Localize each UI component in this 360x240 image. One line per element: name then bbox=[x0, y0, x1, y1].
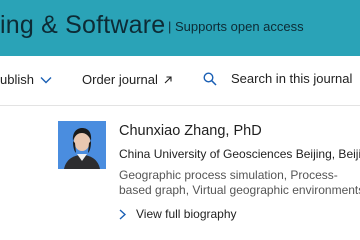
chevron-right-icon bbox=[119, 208, 126, 220]
editor-name: Chunxiao Zhang, PhD bbox=[119, 123, 262, 139]
publish-menu-label: ublish bbox=[0, 72, 34, 87]
chevron-down-icon bbox=[40, 76, 52, 84]
open-access-badge: | Supports open access bbox=[168, 19, 304, 34]
journal-nav: ublish Order journal Search in this jour… bbox=[0, 56, 360, 106]
journal-title[interactable]: ing & Software bbox=[0, 11, 165, 40]
view-full-biography-button[interactable]: View full biography bbox=[119, 207, 237, 221]
editor-affiliation: China University of Geosciences Beijing,… bbox=[119, 147, 360, 161]
order-journal-label: Order journal bbox=[82, 72, 158, 87]
journal-banner: ing & Software | Supports open access bbox=[0, 0, 360, 56]
avatar bbox=[58, 121, 106, 169]
view-full-biography-label: View full biography bbox=[136, 207, 237, 221]
arrow-up-right-icon bbox=[164, 75, 172, 84]
search-input[interactable]: Search in this journal bbox=[231, 71, 352, 86]
editor-research-interests: Geographic process simulation, Process-b… bbox=[119, 168, 360, 197]
order-journal-link[interactable]: Order journal bbox=[82, 72, 172, 87]
journal-search[interactable]: Search in this journal bbox=[203, 71, 352, 86]
publish-menu-button[interactable]: ublish bbox=[0, 72, 52, 87]
search-icon bbox=[203, 71, 217, 86]
editor-card: Chunxiao Zhang, PhD China University of … bbox=[0, 106, 360, 240]
